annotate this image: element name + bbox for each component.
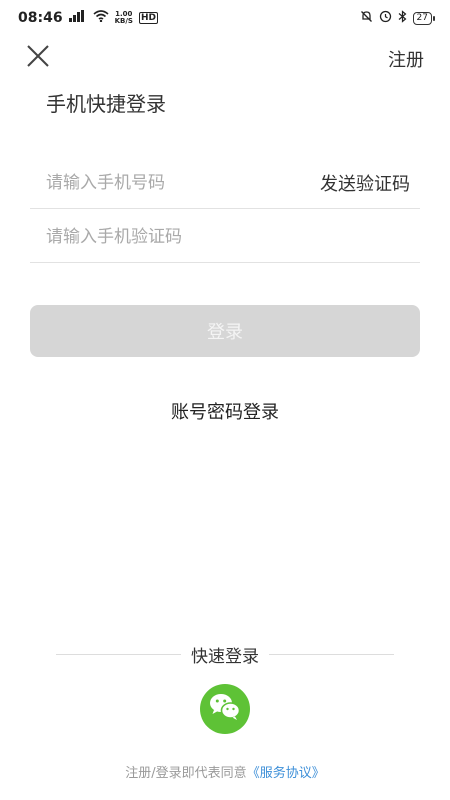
alarm-icon [379, 10, 392, 27]
service-agreement-link[interactable]: 《服务协议》 [247, 766, 325, 781]
battery-icon: 27 [412, 11, 436, 25]
signal-icon [68, 10, 87, 26]
net-speed: 1.00 KB/S [115, 11, 133, 25]
wifi-icon [93, 10, 109, 26]
status-time: 08:46 [18, 10, 63, 26]
phone-input[interactable] [30, 157, 320, 208]
mute-bell-icon [360, 10, 373, 27]
status-bar-right: 27 [360, 9, 436, 27]
close-button[interactable] [20, 40, 56, 76]
status-bar: 08:46 1.00 KB/S HD 27 [0, 0, 450, 36]
send-code-button[interactable]: 发送验证码 [320, 170, 420, 196]
close-icon [25, 43, 51, 73]
wechat-icon [208, 692, 242, 726]
register-link[interactable]: 注册 [388, 46, 424, 72]
bluetooth-icon [398, 9, 407, 27]
agreement-text: 注册/登录即代表同意 [125, 766, 247, 781]
login-button-label: 登录 [207, 322, 243, 343]
code-field-row [30, 211, 420, 263]
password-login-link[interactable]: 账号密码登录 [0, 398, 450, 424]
wechat-login-button[interactable] [200, 684, 250, 734]
net-speed-unit: KB/S [114, 17, 133, 25]
page-title: 手机快捷登录 [46, 92, 166, 116]
divider-line-right [269, 654, 394, 655]
agreement-notice: 注册/登录即代表同意《服务协议》 [0, 762, 450, 781]
phone-field-row: 发送验证码 [30, 157, 420, 209]
quick-login-label: 快速登录 [191, 647, 259, 667]
divider-line-left [56, 654, 181, 655]
status-bar-left: 08:46 1.00 KB/S HD [18, 10, 158, 26]
hd-icon: HD [138, 12, 158, 24]
login-button[interactable]: 登录 [30, 305, 420, 357]
battery-level: 27 [416, 13, 428, 23]
verification-code-input[interactable] [30, 211, 420, 262]
quick-login-divider: 快速登录 [56, 642, 394, 667]
